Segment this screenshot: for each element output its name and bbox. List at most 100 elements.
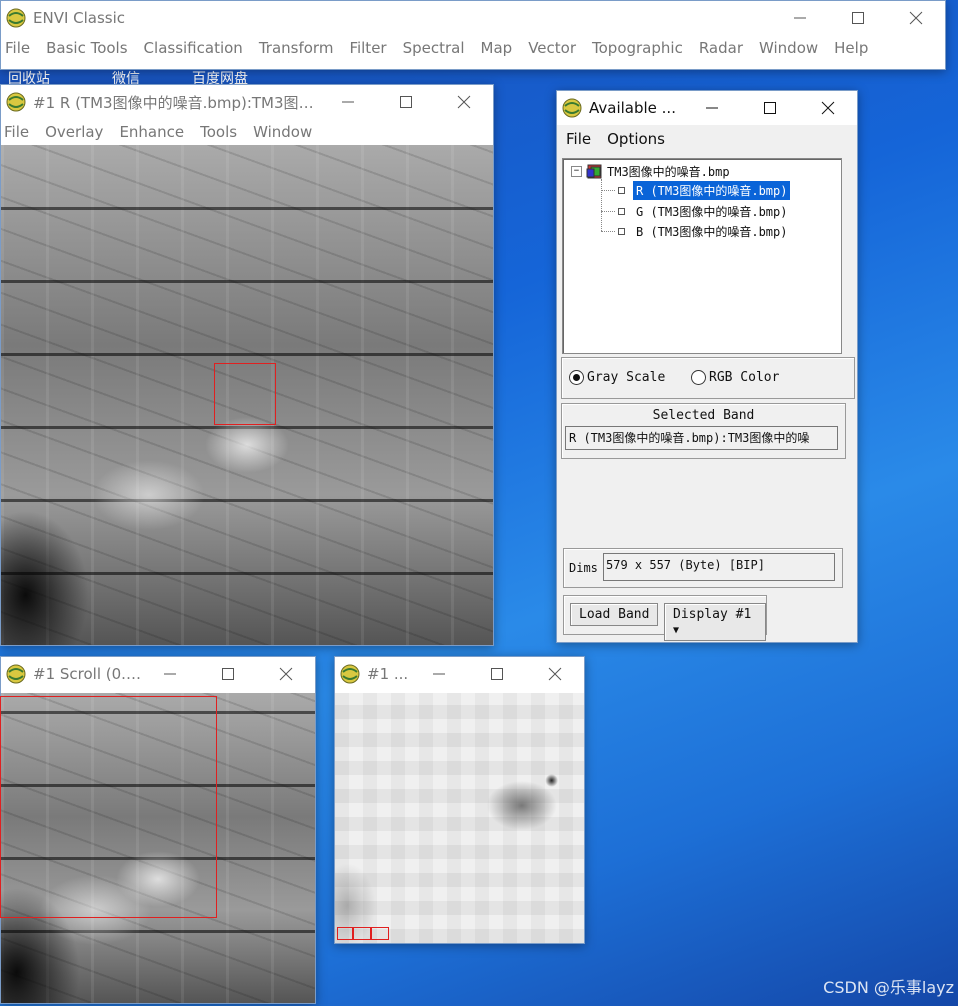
band-label: G (TM3图像中的噪音.bmp) — [636, 205, 788, 219]
minimize-button[interactable] — [141, 657, 199, 691]
image-menu-enhance[interactable]: Enhance — [111, 123, 192, 141]
collapse-toggle-icon[interactable]: − — [571, 166, 582, 177]
desktop-label-recycle[interactable]: 回收站 — [8, 68, 50, 84]
menu-filter[interactable]: Filter — [341, 39, 394, 57]
maximize-icon — [852, 12, 864, 24]
radio-unselected-icon — [691, 370, 706, 385]
close-button[interactable] — [799, 91, 857, 125]
menu-transform[interactable]: Transform — [251, 39, 342, 57]
envi-main-title: ENVI Classic — [33, 9, 126, 27]
available-bands-titlebar[interactable]: Available ... — [557, 91, 857, 125]
dropdown-arrow-icon: ▼ — [673, 625, 680, 636]
maximize-button[interactable] — [468, 657, 526, 691]
close-button[interactable] — [526, 657, 584, 691]
dims-value: 579 x 557 (Byte) [BIP] — [606, 558, 765, 572]
envi-globe-icon — [340, 664, 360, 684]
image-window-title: #1 R (TM3图像中的噪音.bmp):TM3图像... — [33, 93, 319, 112]
rgb-color-label: RGB Color — [709, 370, 780, 385]
scroll-window: #1 Scroll (0.4... — [0, 656, 316, 1004]
envi-main-titlebar[interactable]: ENVI Classic — [1, 1, 945, 35]
envi-globe-icon — [6, 92, 26, 112]
close-icon — [548, 667, 562, 681]
available-bands-window: Available ... File Options − TM3图像中的噪音.b… — [556, 90, 858, 643]
minimize-button[interactable] — [319, 85, 377, 119]
zoom-mode-control[interactable] — [371, 927, 389, 940]
minimize-icon — [433, 673, 445, 675]
band-icon — [618, 208, 625, 215]
file-node[interactable]: − TM3图像中的噪音.bmp — [571, 163, 730, 180]
image-window: #1 R (TM3图像中的噪音.bmp):TM3图像... File Overl… — [0, 84, 494, 646]
menu-vector[interactable]: Vector — [520, 39, 584, 57]
menu-radar[interactable]: Radar — [691, 39, 751, 57]
menu-spectral[interactable]: Spectral — [395, 39, 473, 57]
gray-scale-label: Gray Scale — [587, 370, 666, 385]
gray-scale-radio[interactable]: Gray Scale — [569, 370, 665, 385]
zoom-display-canvas[interactable] — [335, 693, 584, 943]
zoom-window-titlebar[interactable]: #1 ... — [335, 657, 584, 691]
maximize-icon — [400, 96, 412, 108]
minimize-button[interactable] — [410, 657, 468, 691]
band-item-b[interactable]: B (TM3图像中的噪音.bmp) — [601, 222, 790, 241]
selected-band-heading: Selected Band — [652, 408, 755, 423]
minimize-icon — [794, 17, 806, 19]
selected-band-field[interactable]: R (TM3图像中的噪音.bmp):TM3图像中的噪 — [565, 426, 838, 450]
close-icon — [821, 101, 835, 115]
load-band-button[interactable]: Load Band — [570, 603, 659, 626]
menu-window[interactable]: Window — [751, 39, 826, 57]
close-button[interactable] — [887, 1, 945, 35]
minimize-button[interactable] — [683, 91, 741, 125]
band-label: R (TM3图像中的噪音.bmp) — [633, 181, 791, 200]
scroll-window-titlebar[interactable]: #1 Scroll (0.4... — [1, 657, 315, 691]
zoom-out-control[interactable] — [337, 927, 353, 940]
desktop-label-wechat[interactable]: 微信 — [112, 68, 140, 84]
bands-menu-file[interactable]: File — [557, 130, 599, 148]
minimize-icon — [706, 107, 718, 109]
menu-classification[interactable]: Classification — [136, 39, 251, 57]
maximize-icon — [764, 102, 776, 114]
image-display-canvas[interactable] — [1, 145, 493, 645]
radio-selected-icon — [569, 370, 584, 385]
close-button[interactable] — [435, 85, 493, 119]
envi-globe-icon — [6, 8, 26, 28]
menu-file[interactable]: File — [1, 39, 38, 57]
band-item-g[interactable]: G (TM3图像中的噪音.bmp) — [601, 202, 790, 221]
close-button[interactable] — [257, 657, 315, 691]
zoom-window-title: #1 ... — [367, 665, 409, 683]
dims-label: Dims — [569, 561, 598, 575]
minimize-button[interactable] — [771, 1, 829, 35]
menu-help[interactable]: Help — [826, 39, 876, 57]
maximize-button[interactable] — [829, 1, 887, 35]
scroll-window-title: #1 Scroll (0.4... — [33, 665, 141, 683]
maximize-icon — [222, 668, 234, 680]
rgb-color-radio[interactable]: RGB Color — [691, 370, 779, 385]
action-button-group: Load Band Display #1 ▼ — [563, 595, 767, 641]
band-item-r[interactable]: R (TM3图像中的噪音.bmp) — [601, 181, 791, 200]
zoom-box-indicator[interactable] — [214, 363, 276, 425]
envi-main-window: ENVI Classic File Basic Tools Classifica… — [0, 0, 946, 70]
watermark: CSDN @乐事layz — [823, 978, 954, 997]
file-name: TM3图像中的噪音.bmp — [607, 165, 730, 179]
desktop-label-baidu[interactable]: 百度网盘 — [192, 68, 248, 84]
image-menu-file[interactable]: File — [1, 123, 37, 141]
menu-basic-tools[interactable]: Basic Tools — [38, 39, 135, 57]
menu-topographic[interactable]: Topographic — [584, 39, 691, 57]
menu-map[interactable]: Map — [473, 39, 521, 57]
image-menu-overlay[interactable]: Overlay — [37, 123, 111, 141]
band-tree[interactable]: − TM3图像中的噪音.bmp R (TM3图像中的噪音.bmp) G (TM3… — [562, 158, 842, 354]
image-menu-tools[interactable]: Tools — [192, 123, 245, 141]
image-menu-window[interactable]: Window — [245, 123, 320, 141]
maximize-button[interactable] — [741, 91, 799, 125]
bands-menu-options[interactable]: Options — [599, 130, 673, 148]
image-window-menubar: File Overlay Enhance Tools Window — [1, 119, 493, 145]
image-extent-indicator[interactable] — [0, 696, 217, 918]
zoom-in-control[interactable] — [353, 927, 371, 940]
display-select-button[interactable]: Display #1 ▼ — [664, 603, 766, 641]
close-icon — [279, 667, 293, 681]
image-window-titlebar[interactable]: #1 R (TM3图像中的噪音.bmp):TM3图像... — [1, 85, 493, 119]
maximize-button[interactable] — [199, 657, 257, 691]
envi-main-menubar: File Basic Tools Classification Transfor… — [1, 35, 945, 61]
dims-group: Dims 579 x 557 (Byte) [BIP] — [563, 548, 843, 588]
scroll-display-canvas[interactable] — [0, 693, 315, 1003]
available-bands-title: Available ... — [589, 99, 676, 117]
maximize-button[interactable] — [377, 85, 435, 119]
